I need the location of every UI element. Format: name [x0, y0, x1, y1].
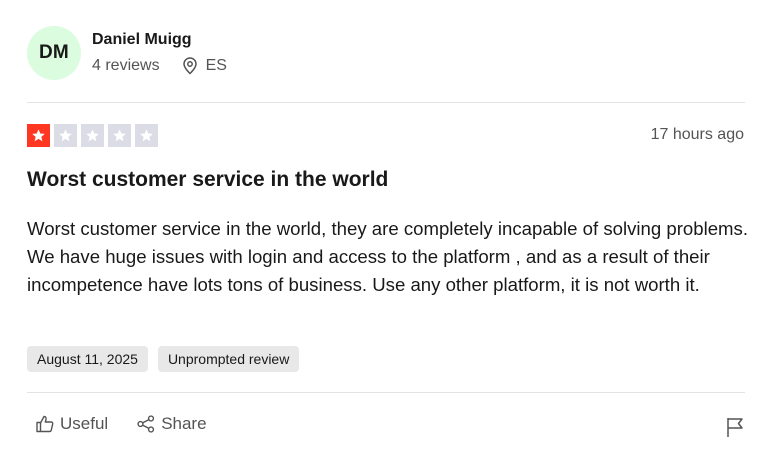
star-icon — [59, 129, 72, 142]
thumbs-up-icon — [36, 415, 54, 433]
report-button[interactable] — [725, 416, 745, 443]
consumer-name[interactable]: Daniel Muigg — [92, 31, 192, 49]
star-icon — [113, 129, 126, 142]
review-card: DM Daniel Muigg 4 reviews ES 17 hours ag… — [0, 0, 772, 459]
footer-divider — [27, 392, 745, 393]
reviews-count: 4 reviews — [92, 57, 160, 74]
review-body: Worst customer service in the world, the… — [27, 218, 748, 295]
star-icon — [86, 129, 99, 142]
location-pin-icon — [182, 57, 197, 75]
consumer-meta: 4 reviews ES — [92, 57, 227, 75]
useful-label: Useful — [60, 414, 109, 433]
star-empty — [135, 124, 158, 147]
star-icon — [140, 129, 153, 142]
star-empty — [81, 124, 104, 147]
experience-date-badge: August 11, 2025 — [27, 346, 148, 372]
share-label: Share — [161, 414, 207, 433]
avatar-initials: DM — [39, 42, 69, 63]
share-button[interactable]: Share — [136, 414, 207, 434]
flag-icon — [727, 418, 743, 437]
star-filled — [27, 124, 50, 147]
star-empty — [54, 124, 77, 147]
consumer-location: ES — [182, 57, 227, 75]
country-code: ES — [205, 57, 227, 74]
star-icon — [32, 129, 45, 142]
review-title[interactable]: Worst customer service in the world — [27, 168, 388, 192]
review-type-badge[interactable]: Unprompted review — [157, 346, 300, 372]
review-tags: August 11, 2025 Unprompted review — [27, 346, 309, 372]
header-divider — [27, 102, 745, 103]
star-rating — [27, 124, 162, 147]
review-actions: Useful Share — [35, 414, 235, 434]
share-icon — [137, 415, 155, 433]
avatar[interactable]: DM — [27, 26, 81, 80]
useful-button[interactable]: Useful — [35, 414, 108, 434]
review-date: 17 hours ago — [650, 126, 744, 143]
star-empty — [108, 124, 131, 147]
